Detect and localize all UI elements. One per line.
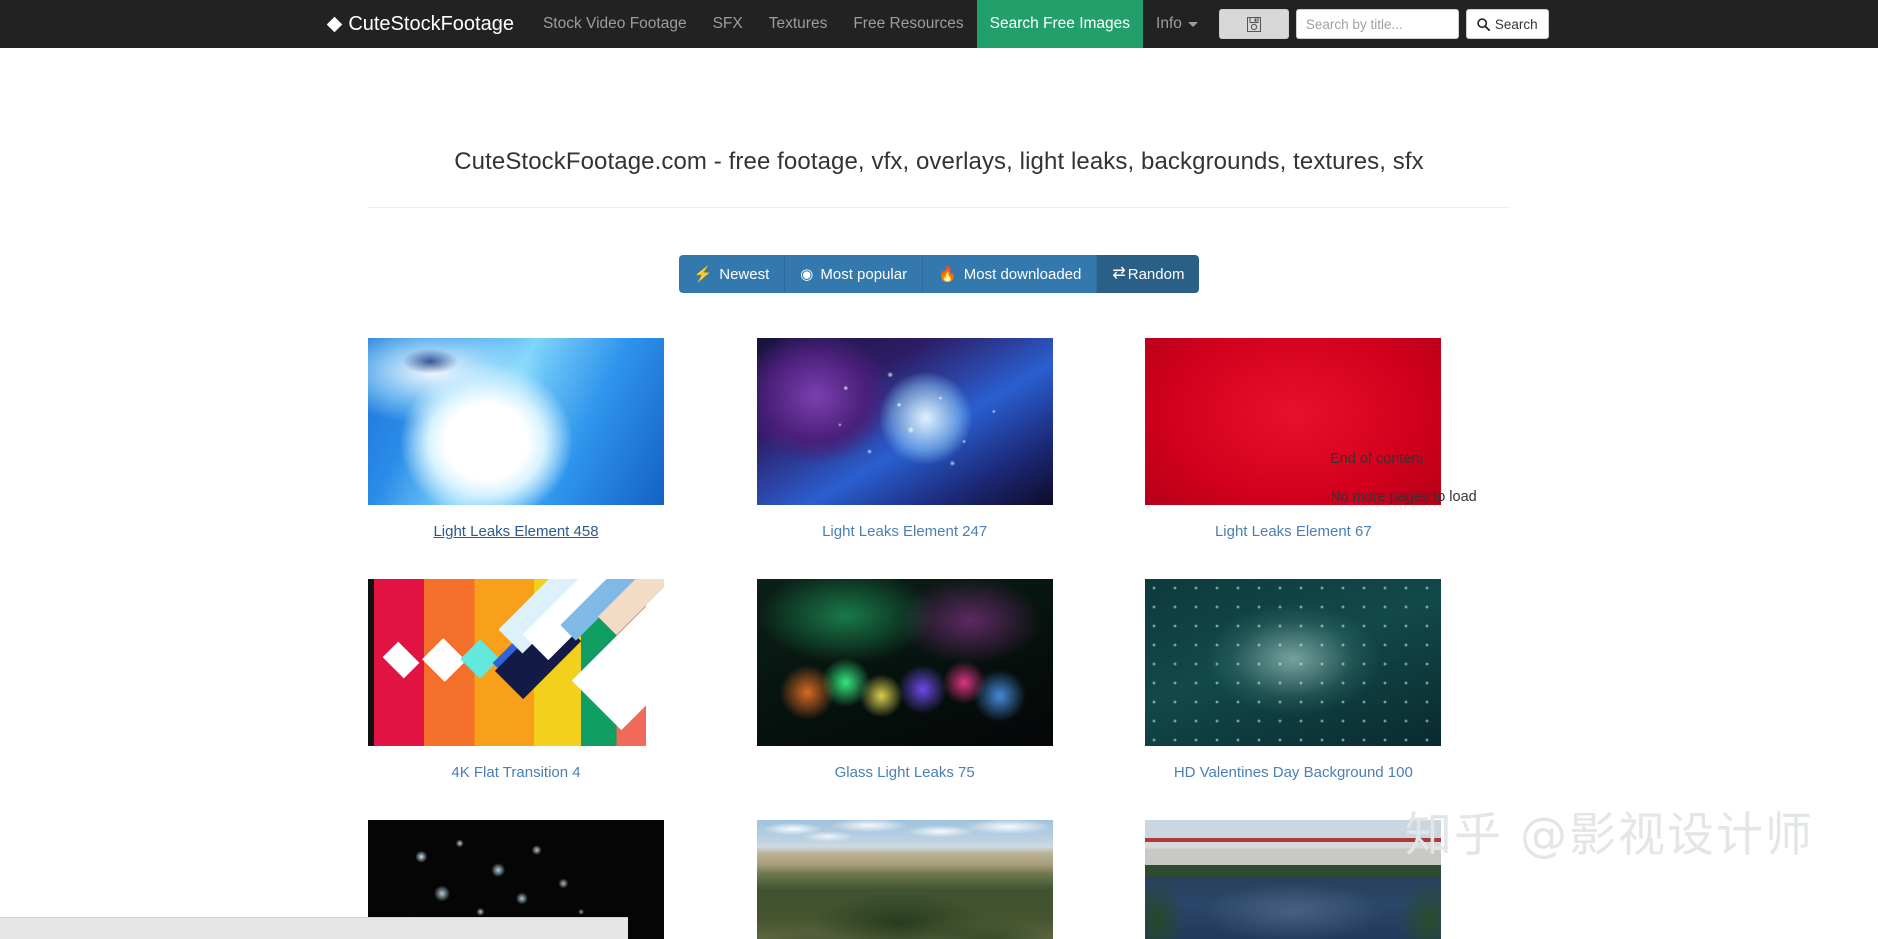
- result-title-link[interactable]: Light Leaks Element 67: [1145, 505, 1441, 579]
- page-title: CuteStockFootage.com - free footage, vfx…: [454, 148, 1424, 175]
- thumbnail-link[interactable]: [368, 579, 664, 746]
- chevron-down-icon: [1187, 21, 1198, 27]
- result-card: Glass Light Leaks 75: [756, 579, 1053, 820]
- diamond-icon: [327, 16, 343, 32]
- result-card: 4K Flat Transition 4: [368, 579, 664, 820]
- result-title-link[interactable]: Light Leaks Element 458: [368, 505, 664, 579]
- page-body: CuteStockFootage.com - free footage, vfx…: [0, 48, 1878, 939]
- lightning-bolt-icon: ⚡: [693, 265, 713, 283]
- navbar-inner: CuteStockFootage Stock Video Footage SFX…: [327, 0, 1549, 48]
- image-file-icon-button[interactable]: [1218, 9, 1289, 39]
- end-of-content-note: End of content No more pages to load: [1330, 451, 1550, 506]
- image-file-icon: [1246, 16, 1261, 32]
- filter-button-most-downloaded[interactable]: 🔥 Most downloaded: [923, 255, 1098, 293]
- nav-link-sfx[interactable]: SFX: [700, 0, 756, 48]
- filter-button-most-popular[interactable]: ◉ Most popular: [785, 255, 924, 293]
- result-card: Light Leaks Element 247: [756, 338, 1053, 579]
- brand-label: CuteStockFootage: [348, 12, 514, 35]
- result-title-link[interactable]: Glass Light Leaks 75: [757, 746, 1053, 820]
- nav-link-search-free-images[interactable]: Search Free Images: [976, 0, 1144, 48]
- nav-link-label: SFX: [712, 15, 743, 32]
- thumbnail-link[interactable]: [1145, 820, 1442, 939]
- results-grid: Light Leaks Element 458 Light Leaks Elem…: [368, 338, 1510, 939]
- decor-diamond: [382, 641, 420, 679]
- thumbnail-link[interactable]: [368, 338, 664, 505]
- watermark-text: 知乎 @影视设计师: [1405, 808, 1814, 863]
- thumbnail-link[interactable]: [756, 579, 1053, 746]
- result-card: [1145, 820, 1442, 939]
- navbar-search-form: Search: [1211, 0, 1549, 48]
- thumbnail-link[interactable]: [756, 820, 1053, 939]
- result-title-link[interactable]: Light Leaks Element 247: [757, 505, 1053, 579]
- filter-button-label: Most popular: [820, 265, 908, 283]
- filter-button-label: Random: [1127, 265, 1185, 283]
- search-button-label: Search: [1494, 16, 1538, 32]
- top-navbar: CuteStockFootage Stock Video Footage SFX…: [0, 0, 1878, 48]
- thumbnail-image: [368, 338, 664, 505]
- search-icon: [1477, 17, 1490, 31]
- nav-link-free-resources[interactable]: Free Resources: [840, 0, 976, 48]
- shuffle-icon: ⇄: [1112, 265, 1126, 282]
- browser-status-bar: [0, 917, 628, 939]
- filter-button-random[interactable]: ⇄ Random: [1097, 255, 1200, 293]
- result-title-link[interactable]: HD Valentines Day Background 100: [1145, 746, 1441, 820]
- thumbnail-image: [1145, 820, 1442, 939]
- search-input[interactable]: [1295, 9, 1459, 39]
- eye-icon: ◉: [800, 265, 814, 283]
- thumbnail-link[interactable]: [1145, 579, 1442, 746]
- title-divider: [368, 207, 1510, 208]
- nav-link-textures[interactable]: Textures: [756, 0, 841, 48]
- nav-link-label: Stock Video Footage: [542, 15, 687, 32]
- thumbnail-image: [1145, 579, 1442, 746]
- nav-link-label: Info: [1156, 15, 1182, 32]
- nav-link-stock-video-footage[interactable]: Stock Video Footage: [530, 0, 700, 48]
- nav-link-label: Textures: [768, 15, 828, 32]
- nav-link-info[interactable]: Info: [1143, 0, 1211, 48]
- result-card: Light Leaks Element 458: [368, 338, 664, 579]
- search-button[interactable]: Search: [1465, 9, 1549, 39]
- filter-button-label: Most downloaded: [963, 265, 1082, 283]
- result-card: HD Valentines Day Background 100: [1145, 579, 1442, 820]
- filter-toolbar: ⚡ Newest ◉ Most popular 🔥 Most downloade…: [368, 255, 1510, 293]
- result-card: [756, 820, 1053, 939]
- thumbnail-image: [368, 579, 664, 746]
- no-more-pages-label: No more pages to load: [1330, 488, 1477, 505]
- decor-diamond: [460, 639, 500, 679]
- brand-logo-link[interactable]: CuteStockFootage: [327, 0, 530, 48]
- result-title-link[interactable]: 4K Flat Transition 4: [368, 746, 664, 820]
- nav-link-label: Search Free Images: [989, 15, 1131, 32]
- fire-icon: 🔥: [938, 265, 957, 283]
- thumbnail-link[interactable]: [756, 338, 1053, 505]
- thumbnail-image: [756, 820, 1053, 939]
- filter-button-label: Newest: [719, 265, 770, 283]
- filter-button-group: ⚡ Newest ◉ Most popular 🔥 Most downloade…: [678, 255, 1200, 293]
- nav-link-label: Free Resources: [853, 15, 964, 32]
- end-of-content-label: End of content: [1330, 451, 1424, 467]
- thumbnail-image: [756, 579, 1053, 746]
- thumbnail-image: [756, 338, 1053, 505]
- filter-button-newest[interactable]: ⚡ Newest: [678, 255, 786, 293]
- decor-diamond: [422, 638, 466, 682]
